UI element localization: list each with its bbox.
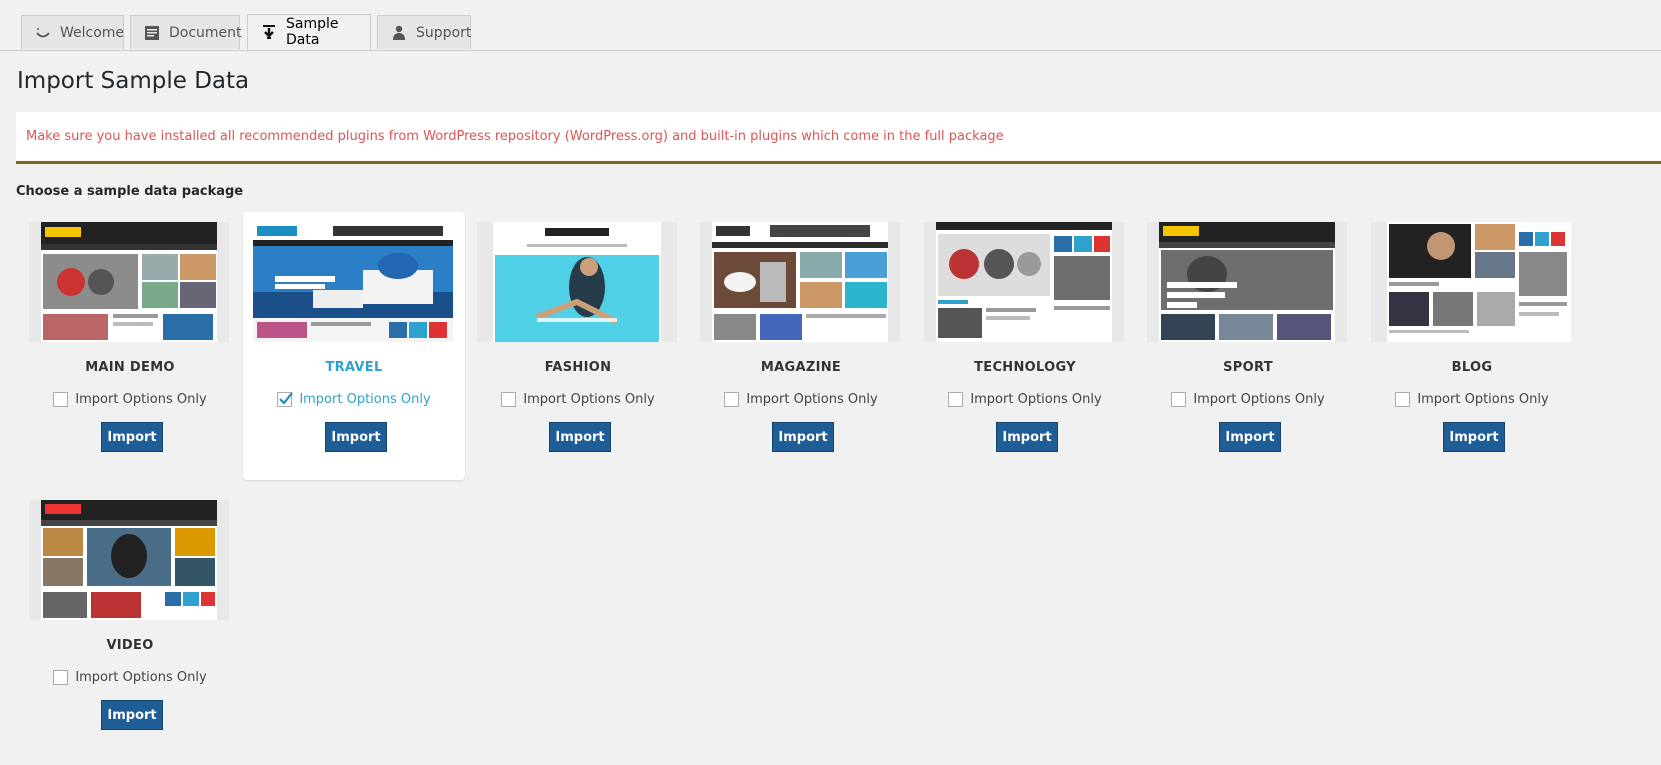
package-thumbnail[interactable] xyxy=(253,222,453,342)
import-options-checkbox[interactable] xyxy=(948,392,964,407)
import-options-only-option[interactable]: Import Options Only xyxy=(243,392,465,407)
package-name: FASHION xyxy=(544,360,612,375)
import-options-only-option[interactable]: Import Options Only xyxy=(467,392,689,407)
tab-bar: Welcome Document Sample Data Support xyxy=(0,0,1661,51)
import-options-checkbox[interactable] xyxy=(1395,392,1411,407)
option-label: Import Options Only xyxy=(746,392,878,407)
package-name: SPORT xyxy=(1223,360,1273,375)
import-options-only-option[interactable]: Import Options Only xyxy=(690,392,912,407)
import-button[interactable]: Import xyxy=(772,422,834,452)
import-options-only-option[interactable]: Import Options Only xyxy=(914,392,1136,407)
import-button[interactable]: Import xyxy=(996,422,1058,452)
package-name: BLOG xyxy=(1451,360,1493,375)
support-person-icon xyxy=(390,24,408,42)
tab-support[interactable]: Support xyxy=(377,15,471,49)
tab-label: Welcome xyxy=(60,24,125,41)
checkmark-icon xyxy=(279,392,294,405)
import-options-checkbox[interactable] xyxy=(53,392,69,407)
package-card-magazine: MAGAZINE Import Options Only Import xyxy=(690,212,912,480)
notice-text: Make sure you have installed all recomme… xyxy=(26,129,1004,144)
package-thumbnail[interactable] xyxy=(924,222,1124,342)
package-card-technology: TECHNOLOGY Import Options Only Import xyxy=(914,212,1136,480)
import-options-checkbox[interactable] xyxy=(53,670,69,685)
package-name: TECHNOLOGY xyxy=(974,360,1076,375)
package-name: MAIN DEMO xyxy=(85,360,175,375)
import-button[interactable]: Import xyxy=(101,422,163,452)
import-button[interactable]: Import xyxy=(325,422,387,452)
import-options-checkbox[interactable] xyxy=(501,392,517,407)
package-thumbnail[interactable] xyxy=(29,500,229,620)
package-thumbnail[interactable] xyxy=(29,222,229,342)
option-label: Import Options Only xyxy=(75,670,207,685)
package-thumbnail[interactable] xyxy=(477,222,677,342)
import-options-only-option[interactable]: Import Options Only xyxy=(19,392,241,407)
package-card-blog: BLOG Import Options Only Import xyxy=(1361,212,1583,480)
package-name: TRAVEL xyxy=(325,360,383,375)
import-options-only-option[interactable]: Import Options Only xyxy=(19,670,241,685)
page-title: Import Sample Data xyxy=(17,68,250,94)
section-subtitle: Choose a sample data package xyxy=(16,184,244,199)
import-options-only-option[interactable]: Import Options Only xyxy=(1137,392,1359,407)
tab-sample-data[interactable]: Sample Data xyxy=(247,14,371,50)
tab-welcome[interactable]: Welcome xyxy=(21,15,124,49)
package-thumbnail[interactable] xyxy=(1147,222,1347,342)
option-label: Import Options Only xyxy=(1193,392,1325,407)
tab-label: Document xyxy=(169,24,242,41)
package-card-main-demo: MAIN DEMO Import Options Only Import xyxy=(19,212,241,480)
tab-label: Support xyxy=(416,24,472,41)
package-card-travel: TRAVEL Import Options Only Import xyxy=(243,212,465,480)
package-card-fashion: FASHION Import Options Only Import xyxy=(467,212,689,480)
import-options-checkbox[interactable] xyxy=(1171,392,1187,407)
import-button[interactable]: Import xyxy=(101,700,163,730)
option-label: Import Options Only xyxy=(970,392,1102,407)
package-thumbnail[interactable] xyxy=(1371,222,1571,342)
import-button[interactable]: Import xyxy=(549,422,611,452)
option-label: Import Options Only xyxy=(75,392,207,407)
import-button[interactable]: Import xyxy=(1219,422,1281,452)
import-options-checkbox[interactable] xyxy=(724,392,740,407)
tab-label: Sample Data xyxy=(286,16,339,48)
package-name: VIDEO xyxy=(106,638,154,653)
import-button[interactable]: Import xyxy=(1443,422,1505,452)
smile-icon xyxy=(34,24,52,42)
option-label: Import Options Only xyxy=(1417,392,1549,407)
tab-document[interactable]: Document xyxy=(130,15,242,49)
option-label: Import Options Only xyxy=(523,392,655,407)
import-options-checkbox[interactable] xyxy=(277,392,294,407)
package-name: MAGAZINE xyxy=(760,360,842,375)
package-card-sport: SPORT Import Options Only Import xyxy=(1137,212,1359,480)
option-label: Import Options Only xyxy=(299,392,431,407)
plugin-notice: Make sure you have installed all recomme… xyxy=(16,112,1661,164)
package-thumbnail[interactable] xyxy=(700,222,900,342)
package-card-video: VIDEO Import Options Only Import xyxy=(19,490,241,758)
document-icon xyxy=(143,24,161,42)
import-options-only-option[interactable]: Import Options Only xyxy=(1361,392,1583,407)
download-icon xyxy=(260,23,278,41)
